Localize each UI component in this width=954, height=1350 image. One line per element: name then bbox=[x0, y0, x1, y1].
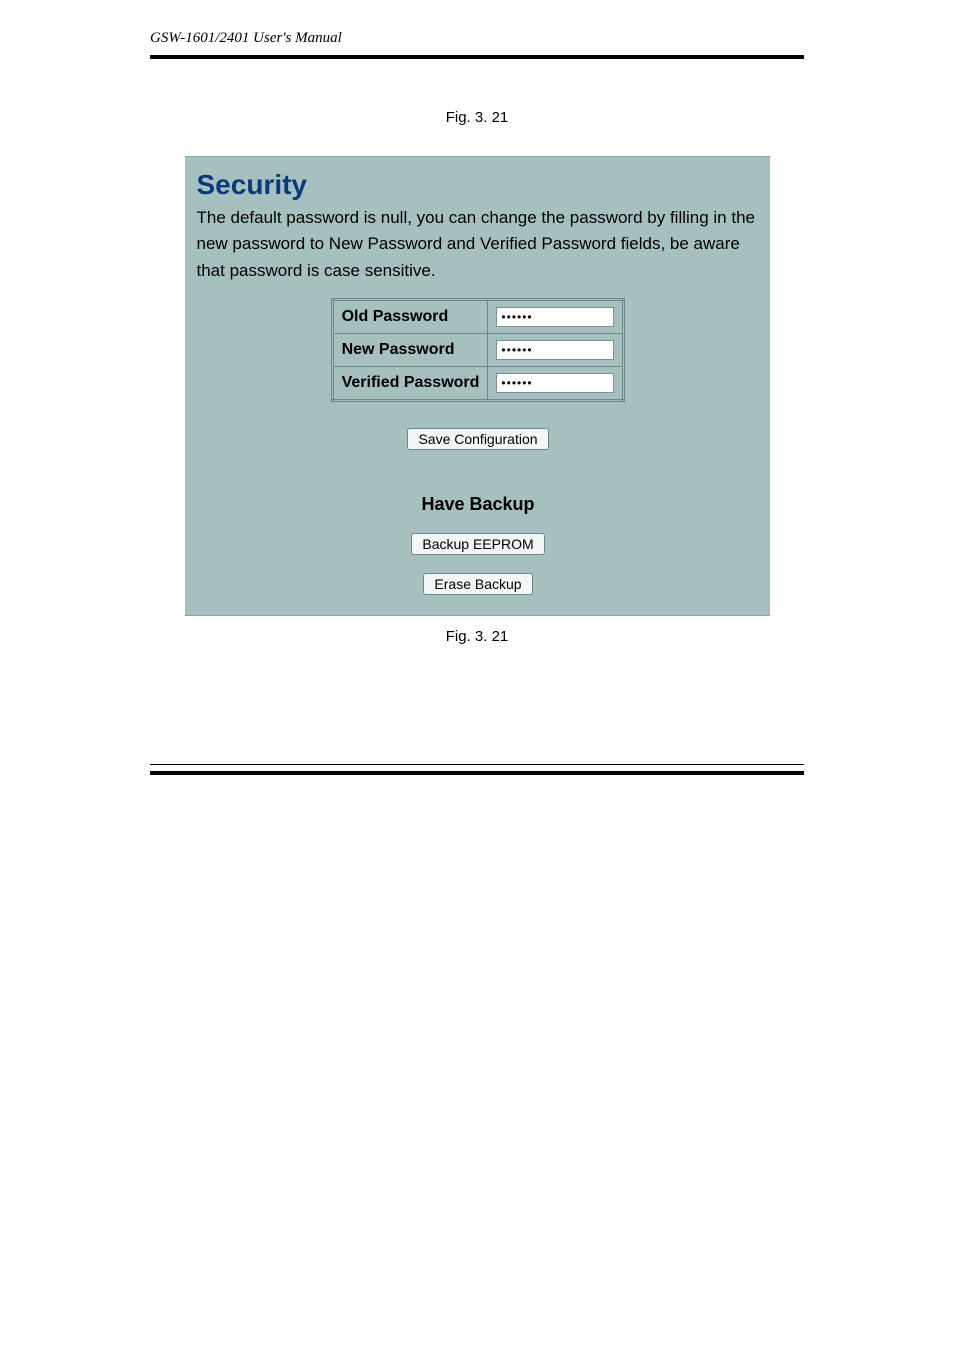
verified-password-cell: •••••• bbox=[488, 367, 624, 401]
backup-eeprom-row: Backup EEPROM bbox=[197, 533, 760, 555]
page-content: Fig. 3. 21 Security The default password… bbox=[0, 59, 954, 764]
body-paragraph: To change the password, type the "Old Pa… bbox=[150, 677, 804, 724]
security-title: Security bbox=[197, 169, 760, 201]
row-new-password: New Password •••••• bbox=[332, 334, 624, 367]
row-old-password: Old Password •••••• bbox=[332, 300, 624, 334]
backup-eeprom-button[interactable]: Backup EEPROM bbox=[411, 533, 544, 555]
old-password-input[interactable]: •••••• bbox=[496, 307, 614, 327]
page-number: - 36 - bbox=[150, 775, 804, 801]
password-table: Old Password •••••• New Password •••••• bbox=[331, 298, 626, 402]
old-password-label: Old Password bbox=[332, 300, 488, 334]
password-table-wrap: Old Password •••••• New Password •••••• bbox=[197, 298, 760, 402]
old-password-cell: •••••• bbox=[488, 300, 624, 334]
page-footer: - 36 - bbox=[0, 764, 954, 841]
new-password-label: New Password bbox=[332, 334, 488, 367]
verified-password-label: Verified Password bbox=[332, 367, 488, 401]
security-screenshot: Security The default password is null, y… bbox=[185, 156, 770, 616]
header-title: GSW-1601/2401 User's Manual bbox=[150, 30, 804, 47]
row-verified-password: Verified Password •••••• bbox=[332, 367, 624, 401]
save-configuration-button[interactable]: Save Configuration bbox=[407, 428, 548, 450]
security-screenshot-inner: Security The default password is null, y… bbox=[185, 157, 770, 615]
page: GSW-1601/2401 User's Manual Fig. 3. 21 S… bbox=[0, 0, 954, 841]
backup-heading: Have Backup bbox=[197, 494, 760, 515]
save-row: Save Configuration bbox=[197, 428, 760, 450]
verified-password-input[interactable]: •••••• bbox=[496, 373, 614, 393]
page-header: GSW-1601/2401 User's Manual bbox=[0, 0, 954, 55]
erase-backup-button[interactable]: Erase Backup bbox=[423, 573, 532, 595]
new-password-input[interactable]: •••••• bbox=[496, 340, 614, 360]
caption-top: Fig. 3. 21 bbox=[150, 109, 804, 126]
security-description: The default password is null, you can ch… bbox=[197, 205, 760, 284]
erase-backup-row: Erase Backup bbox=[197, 573, 760, 595]
new-password-cell: •••••• bbox=[488, 334, 624, 367]
caption-below: Fig. 3. 21 bbox=[150, 628, 804, 645]
